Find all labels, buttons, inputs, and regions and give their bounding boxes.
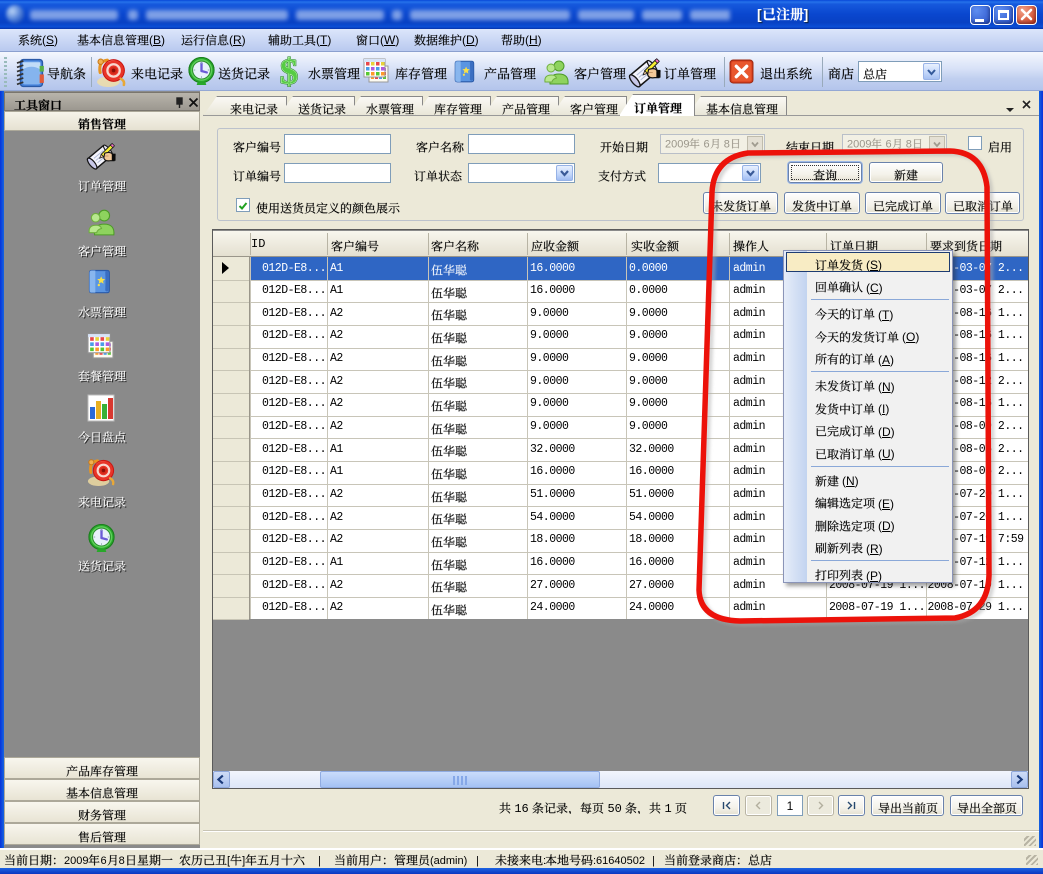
- svg-text:$: $: [280, 54, 298, 88]
